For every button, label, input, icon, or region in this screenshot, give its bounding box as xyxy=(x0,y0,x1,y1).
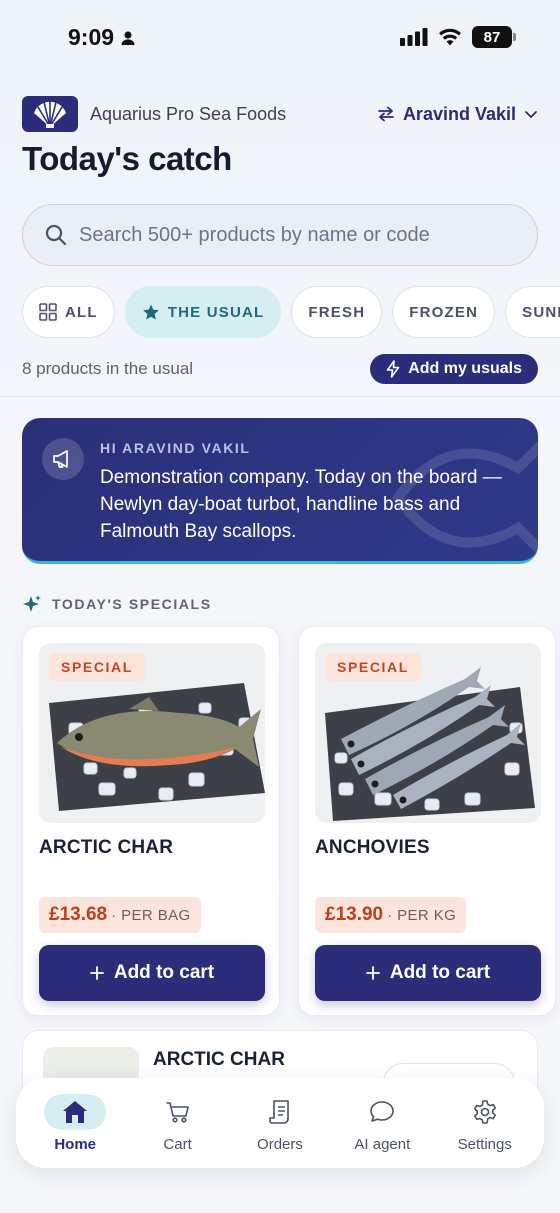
user-name: Aravind Vakil xyxy=(402,103,516,124)
chip-fresh[interactable]: FRESH xyxy=(291,286,383,338)
add-to-cart-button[interactable]: Add to cart xyxy=(315,945,541,1001)
user-switcher[interactable]: Aravind Vakil xyxy=(377,104,538,125)
add-to-cart-button[interactable]: Add to cart xyxy=(39,945,265,1001)
tab-home[interactable]: Home xyxy=(27,1093,123,1153)
cart-icon xyxy=(147,1094,209,1130)
chip-label: FROZEN xyxy=(409,303,479,321)
price-unit: · PER KG xyxy=(387,906,457,924)
tab-ai-agent[interactable]: AI agent xyxy=(334,1094,430,1153)
price-unit: · PER BAG xyxy=(111,906,191,924)
product-card-arctic-char[interactable]: SPECIAL ARCTIC CHAR £13.68 · PER BAG Add… xyxy=(22,626,280,1016)
chip-label: THE USUAL xyxy=(167,303,265,321)
banner-greeting: HI ARAVIND VAKIL xyxy=(100,440,251,456)
divider xyxy=(0,396,560,397)
add-to-cart-label: Add to cart xyxy=(113,962,215,983)
price-pill: £13.68 · PER BAG xyxy=(39,897,201,933)
product-name: ARCTIC CHAR xyxy=(39,837,174,858)
shell-logo-icon xyxy=(22,96,78,132)
page-title: Today's catch xyxy=(22,140,232,177)
brand-name: Aquarius Pro Sea Foods xyxy=(90,103,287,124)
greeting-banner: HI ARAVIND VAKIL Demonstration company. … xyxy=(22,418,538,564)
tab-orders[interactable]: Orders xyxy=(232,1094,328,1153)
banner-message: Demonstration company. Today on the boar… xyxy=(100,467,502,542)
usual-count-row: 8 products in the usual Add my usuals xyxy=(22,354,538,384)
product-image: SPECIAL xyxy=(315,643,541,823)
status-time: 9:09 xyxy=(68,24,136,51)
status-bar: 9:09 87 xyxy=(0,0,560,76)
star-icon xyxy=(142,304,159,320)
plus-icon xyxy=(89,966,104,980)
chip-sundry[interactable]: SUNDRY xyxy=(505,286,560,338)
product-name: ANCHOVIES xyxy=(315,837,430,858)
category-chips: ALL THE USUAL FRESH FROZEN SUNDRY xyxy=(22,286,560,338)
chip-all[interactable]: ALL xyxy=(22,286,115,338)
product-card-anchovies[interactable]: SPECIAL ANCHOVIES £13.90 · PER KG Add to… xyxy=(298,626,556,1016)
sparkle-icon xyxy=(23,595,41,612)
lightning-icon xyxy=(386,360,400,378)
tab-label: Settings xyxy=(457,1135,512,1153)
tab-settings[interactable]: Settings xyxy=(437,1094,533,1153)
gear-icon xyxy=(454,1094,516,1130)
price-value: £13.90 xyxy=(325,904,384,925)
tab-label: Home xyxy=(54,1135,97,1153)
grid-icon xyxy=(39,303,57,321)
usual-count: 8 products in the usual xyxy=(22,359,194,378)
person-icon xyxy=(121,31,135,45)
tab-label: Cart xyxy=(163,1135,192,1153)
tab-cart[interactable]: Cart xyxy=(130,1094,226,1153)
search-icon xyxy=(45,224,67,246)
special-badge: SPECIAL xyxy=(49,653,145,681)
status-indicators: 87 xyxy=(400,26,516,48)
price-value: £13.68 xyxy=(49,904,108,925)
special-badge: SPECIAL xyxy=(325,653,421,681)
megaphone-icon xyxy=(42,438,84,480)
battery-indicator: 87 xyxy=(472,26,516,48)
chip-the-usual[interactable]: THE USUAL xyxy=(124,286,282,338)
receipt-icon xyxy=(249,1094,311,1130)
chat-bubble-icon xyxy=(351,1094,413,1130)
add-my-usuals-label: Add my usuals xyxy=(408,360,522,377)
tab-label: AI agent xyxy=(354,1135,411,1153)
swap-icon xyxy=(378,106,394,122)
tab-label: Orders xyxy=(257,1135,303,1153)
chip-label: SUNDRY xyxy=(522,303,560,321)
list-item-name: ARCTIC CHAR xyxy=(153,1049,285,1070)
specials-heading: TODAY'S SPECIALS xyxy=(52,596,212,612)
add-to-cart-label: Add to cart xyxy=(389,962,491,983)
plus-icon xyxy=(365,966,380,980)
specials-section-label: TODAY'S SPECIALS xyxy=(22,594,212,614)
signal-icon xyxy=(400,28,428,46)
wifi-icon xyxy=(439,28,461,46)
product-image: SPECIAL xyxy=(39,643,265,823)
chip-frozen[interactable]: FROZEN xyxy=(392,286,496,338)
bottom-tab-bar: Home Cart Orders AI agent Settings xyxy=(16,1078,544,1168)
search-bar[interactable] xyxy=(22,204,538,266)
home-icon xyxy=(44,1093,107,1130)
status-clock: 9:09 xyxy=(68,24,115,50)
brand-row: Aquarius Pro Sea Foods Aravind Vakil xyxy=(22,96,538,132)
chevron-down-icon xyxy=(525,111,537,119)
price-pill: £13.90 · PER KG xyxy=(315,897,467,933)
chip-label: FRESH xyxy=(308,303,366,321)
search-input[interactable] xyxy=(79,223,499,247)
chip-label: ALL xyxy=(65,303,98,321)
add-my-usuals-button[interactable]: Add my usuals xyxy=(370,354,538,384)
